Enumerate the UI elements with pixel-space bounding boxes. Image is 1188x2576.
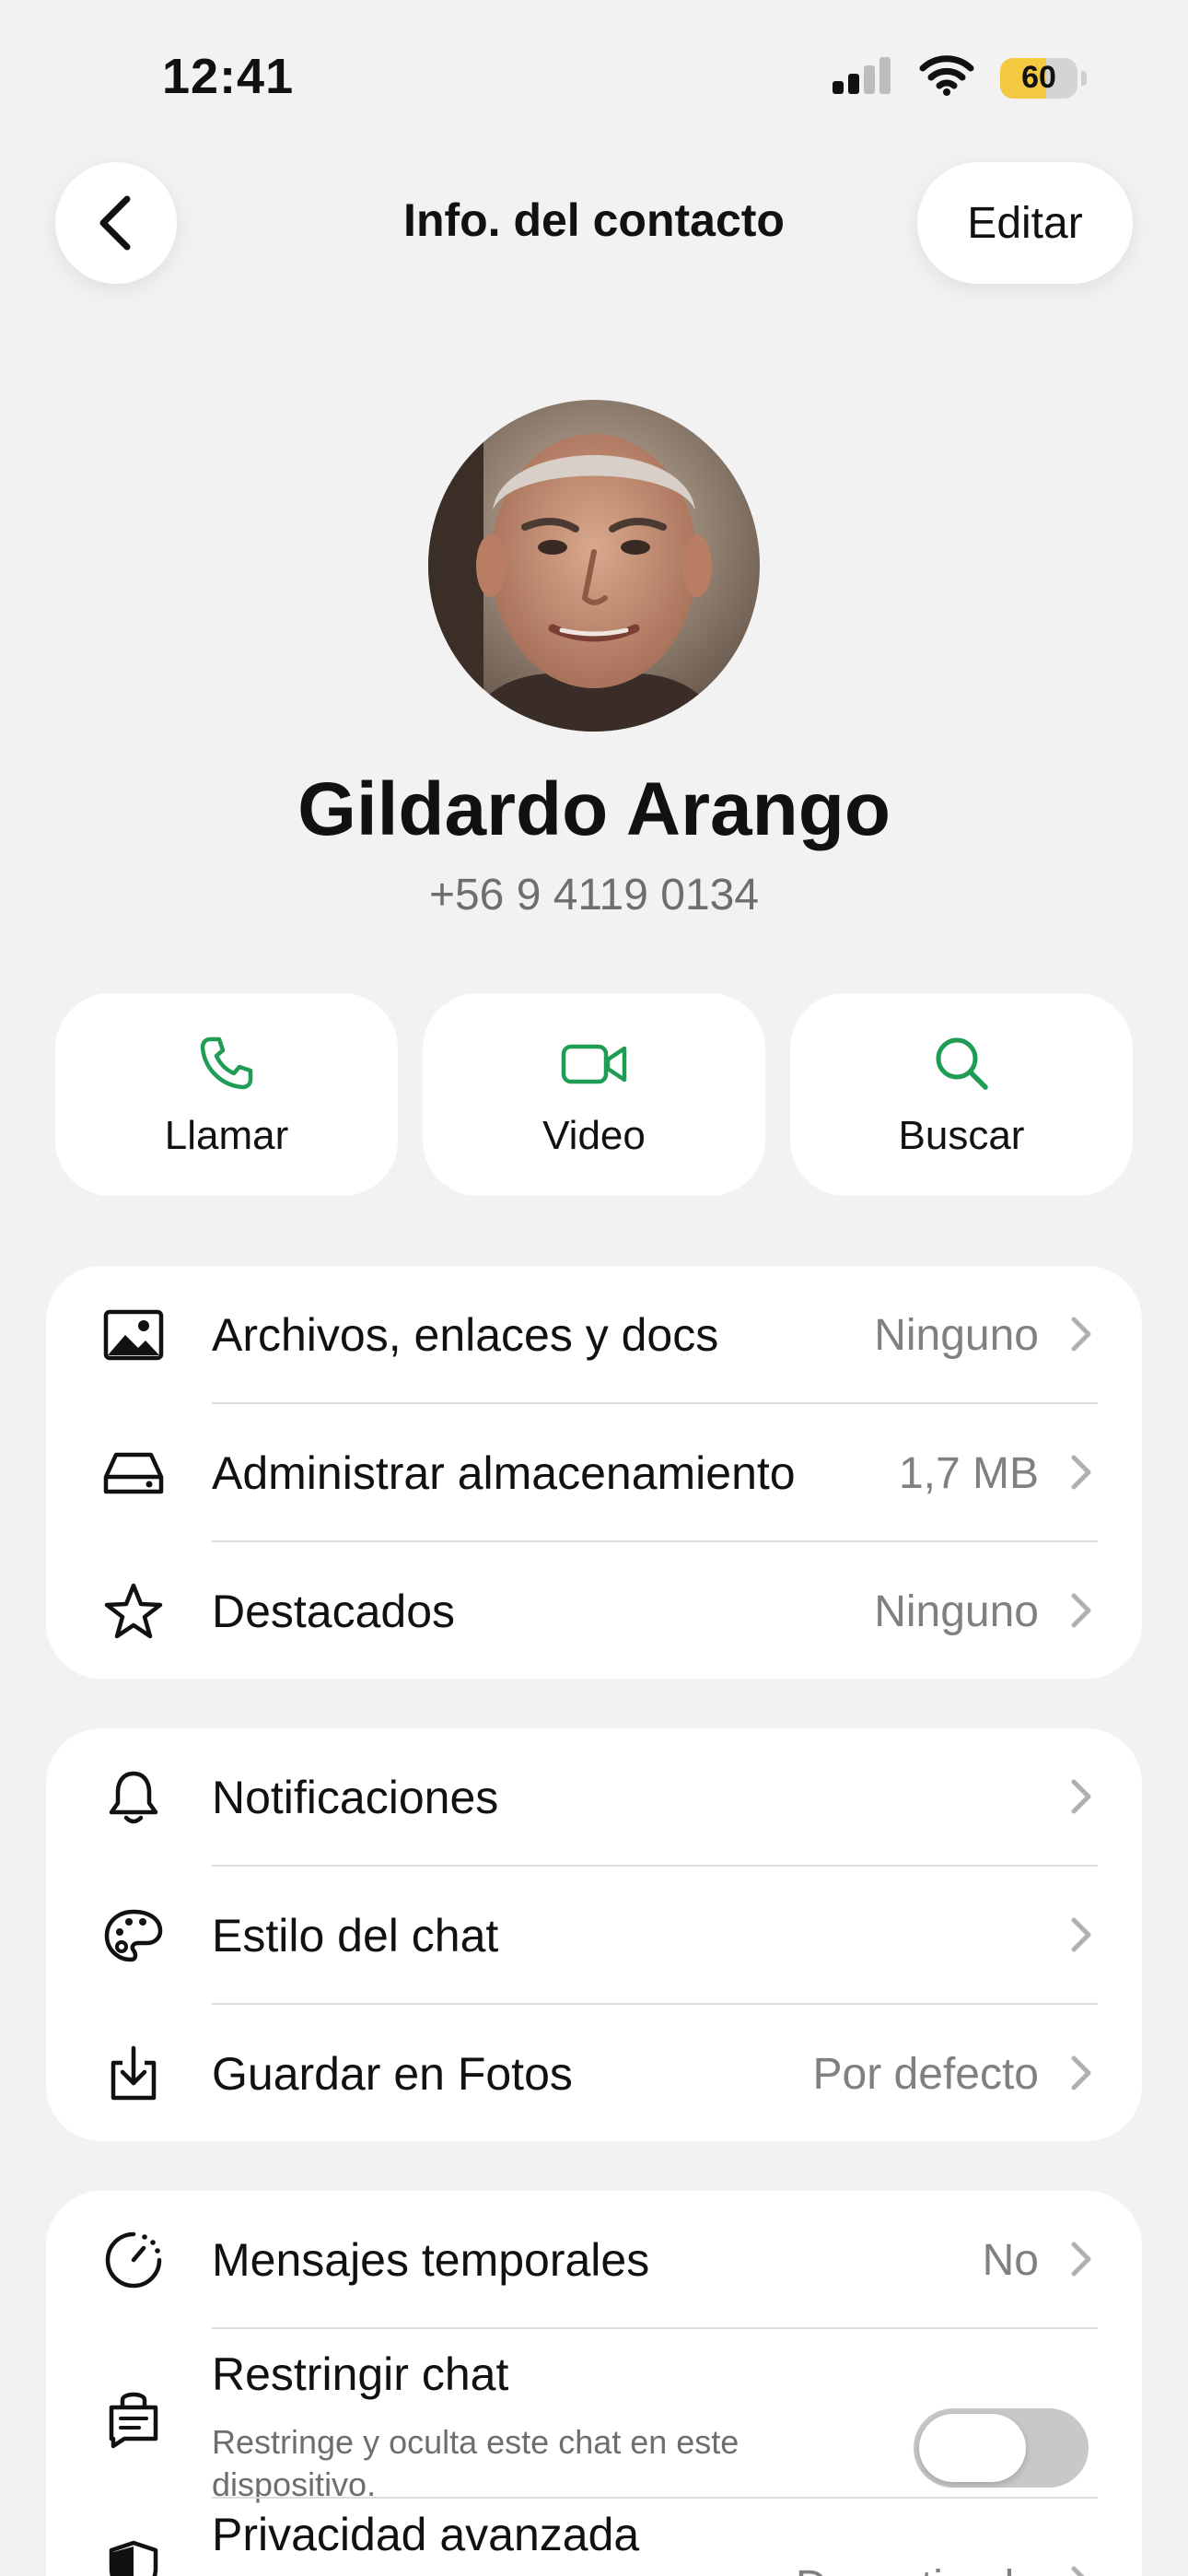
row-value: Ninguno	[874, 1587, 1039, 1636]
row-label: Notificaciones	[212, 1772, 499, 1823]
avatar[interactable]	[428, 400, 760, 732]
row-value: Desactivada	[796, 2561, 1039, 2576]
call-button[interactable]: Llamar	[55, 993, 398, 1196]
status-bar: 12:41 60	[0, 0, 1188, 157]
row-label: Guardar en Fotos	[212, 2048, 573, 2100]
contact-info-screen: 12:41 60 Info. del contacto Editar Gilda…	[0, 0, 1188, 2576]
settings-card: Notificaciones Estilo del chat Guardar e…	[46, 1728, 1142, 2141]
chevron-right-icon	[1070, 1592, 1092, 1633]
row-label: Mensajes temporales	[212, 2234, 650, 2286]
search-button[interactable]: Buscar	[790, 993, 1133, 1196]
palette-icon	[103, 1905, 164, 1966]
privacy-card: Mensajes temporales No Restringir chat R…	[46, 2191, 1142, 2576]
row-label: Administrar almacenamiento	[212, 1447, 796, 1499]
row-value: Ninguno	[874, 1311, 1039, 1360]
privacy-row-restrict: Restringir chat Restringe y oculta este …	[46, 2329, 1142, 2503]
chevron-right-icon	[1070, 1316, 1092, 1357]
lock-chat-icon	[103, 2388, 164, 2449]
settings-row-save-photos[interactable]: Guardar en Fotos Por defecto	[46, 2005, 1142, 2141]
battery-icon: 60	[1000, 57, 1077, 99]
settings-row-chat-style[interactable]: Estilo del chat	[46, 1867, 1142, 2005]
chevron-right-icon	[1070, 2241, 1092, 2282]
phone-icon	[197, 1034, 256, 1097]
video-camera-icon	[560, 1034, 628, 1097]
status-icons: 60	[833, 55, 1087, 100]
row-label: Privacidad avanzada	[212, 2509, 640, 2560]
search-icon	[932, 1034, 991, 1097]
chevron-right-icon	[1070, 1916, 1092, 1958]
row-label: Destacados	[212, 1586, 456, 1637]
timer-icon	[103, 2230, 164, 2290]
privacy-row-disappearing[interactable]: Mensajes temporales No	[46, 2191, 1142, 2329]
row-value: 1,7 MB	[898, 1449, 1039, 1498]
contact-name: Gildardo Arango	[297, 767, 891, 851]
bell-icon	[103, 1767, 164, 1828]
battery-nub	[1081, 70, 1087, 86]
wifi-icon	[919, 55, 974, 100]
chevron-right-icon	[1070, 2565, 1092, 2576]
image-icon	[103, 1305, 164, 1365]
media-row-files[interactable]: Archivos, enlaces y docs Ninguno	[46, 1266, 1142, 1404]
row-value: Por defecto	[812, 2050, 1039, 2099]
edit-button[interactable]: Editar	[917, 162, 1133, 284]
media-card: Archivos, enlaces y docs Ninguno Adminis…	[46, 1266, 1142, 1679]
media-row-storage[interactable]: Administrar almacenamiento 1,7 MB	[46, 1404, 1142, 1542]
chevron-right-icon	[1070, 1778, 1092, 1820]
row-label: Archivos, enlaces y docs	[212, 1309, 719, 1361]
row-subtitle: Restringe y oculta este chat en este dis…	[212, 2423, 740, 2503]
video-button[interactable]: Video	[423, 993, 765, 1196]
video-label: Video	[542, 1113, 646, 1158]
media-row-starred[interactable]: Destacados Ninguno	[46, 1542, 1142, 1679]
download-icon	[103, 2043, 164, 2104]
chevron-right-icon	[1070, 1454, 1092, 1495]
toggle-knob	[919, 2414, 1026, 2482]
privacy-row-advanced[interactable]: Privacidad avanzada Desactivada	[46, 2499, 1142, 2576]
call-label: Llamar	[164, 1113, 289, 1158]
restrict-chat-toggle[interactable]	[914, 2408, 1089, 2488]
row-value: No	[982, 2236, 1039, 2285]
settings-row-notifications[interactable]: Notificaciones	[46, 1728, 1142, 1867]
contact-photo	[428, 400, 760, 732]
status-time: 12:41	[162, 49, 295, 104]
battery-level: 60	[1021, 60, 1056, 95]
contact-phone[interactable]: +56 9 4119 0134	[0, 870, 1188, 920]
storage-icon	[103, 1443, 164, 1504]
chevron-right-icon	[1070, 2055, 1092, 2096]
action-buttons: Llamar Video Buscar	[55, 993, 1133, 1196]
cellular-signal-icon	[833, 57, 893, 99]
row-label: Estilo del chat	[212, 1910, 499, 1961]
shield-icon	[103, 2539, 164, 2576]
star-icon	[103, 1581, 164, 1642]
search-label: Buscar	[898, 1113, 1025, 1158]
row-label: Restringir chat	[212, 2348, 509, 2400]
